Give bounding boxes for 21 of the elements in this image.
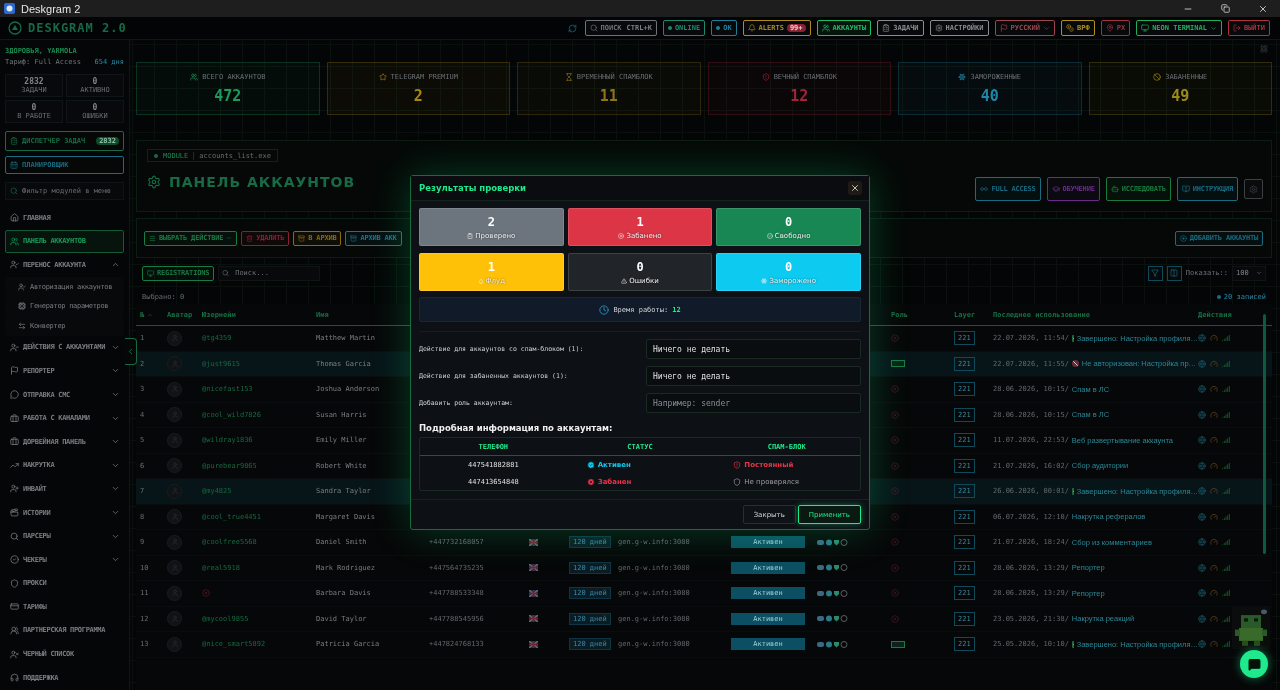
section-title: Подробная информация по аккаунтам: [419, 423, 614, 433]
window-title: Deskgram 2 [21, 2, 82, 15]
dialog-title: Результаты проверки [419, 183, 527, 193]
stat-value: 2832 [24, 77, 44, 86]
tile-value: 1 [636, 214, 644, 229]
tile-value: 2 [487, 214, 495, 229]
stat-value: 49 [1171, 86, 1190, 105]
stat-value: 0 [92, 77, 98, 86]
stat-value: 0 [31, 103, 37, 112]
tile-value: 1 [487, 259, 495, 274]
stat-value: 11 [599, 86, 618, 105]
stat-value: 0 [92, 103, 98, 112]
stat-value: 12 [790, 86, 809, 105]
page-title: ПАНЕЛЬ АККАУНТОВ [169, 174, 356, 190]
stat-value: 472 [214, 86, 242, 105]
tile-value: 0 [636, 259, 644, 274]
app-logo: DESKGRAM 2.0 [28, 21, 127, 35]
tile-value: 0 [785, 259, 793, 274]
stat-value: 40 [980, 86, 999, 105]
stat-value: 2 [413, 86, 423, 105]
tile-value: 0 [785, 214, 793, 229]
